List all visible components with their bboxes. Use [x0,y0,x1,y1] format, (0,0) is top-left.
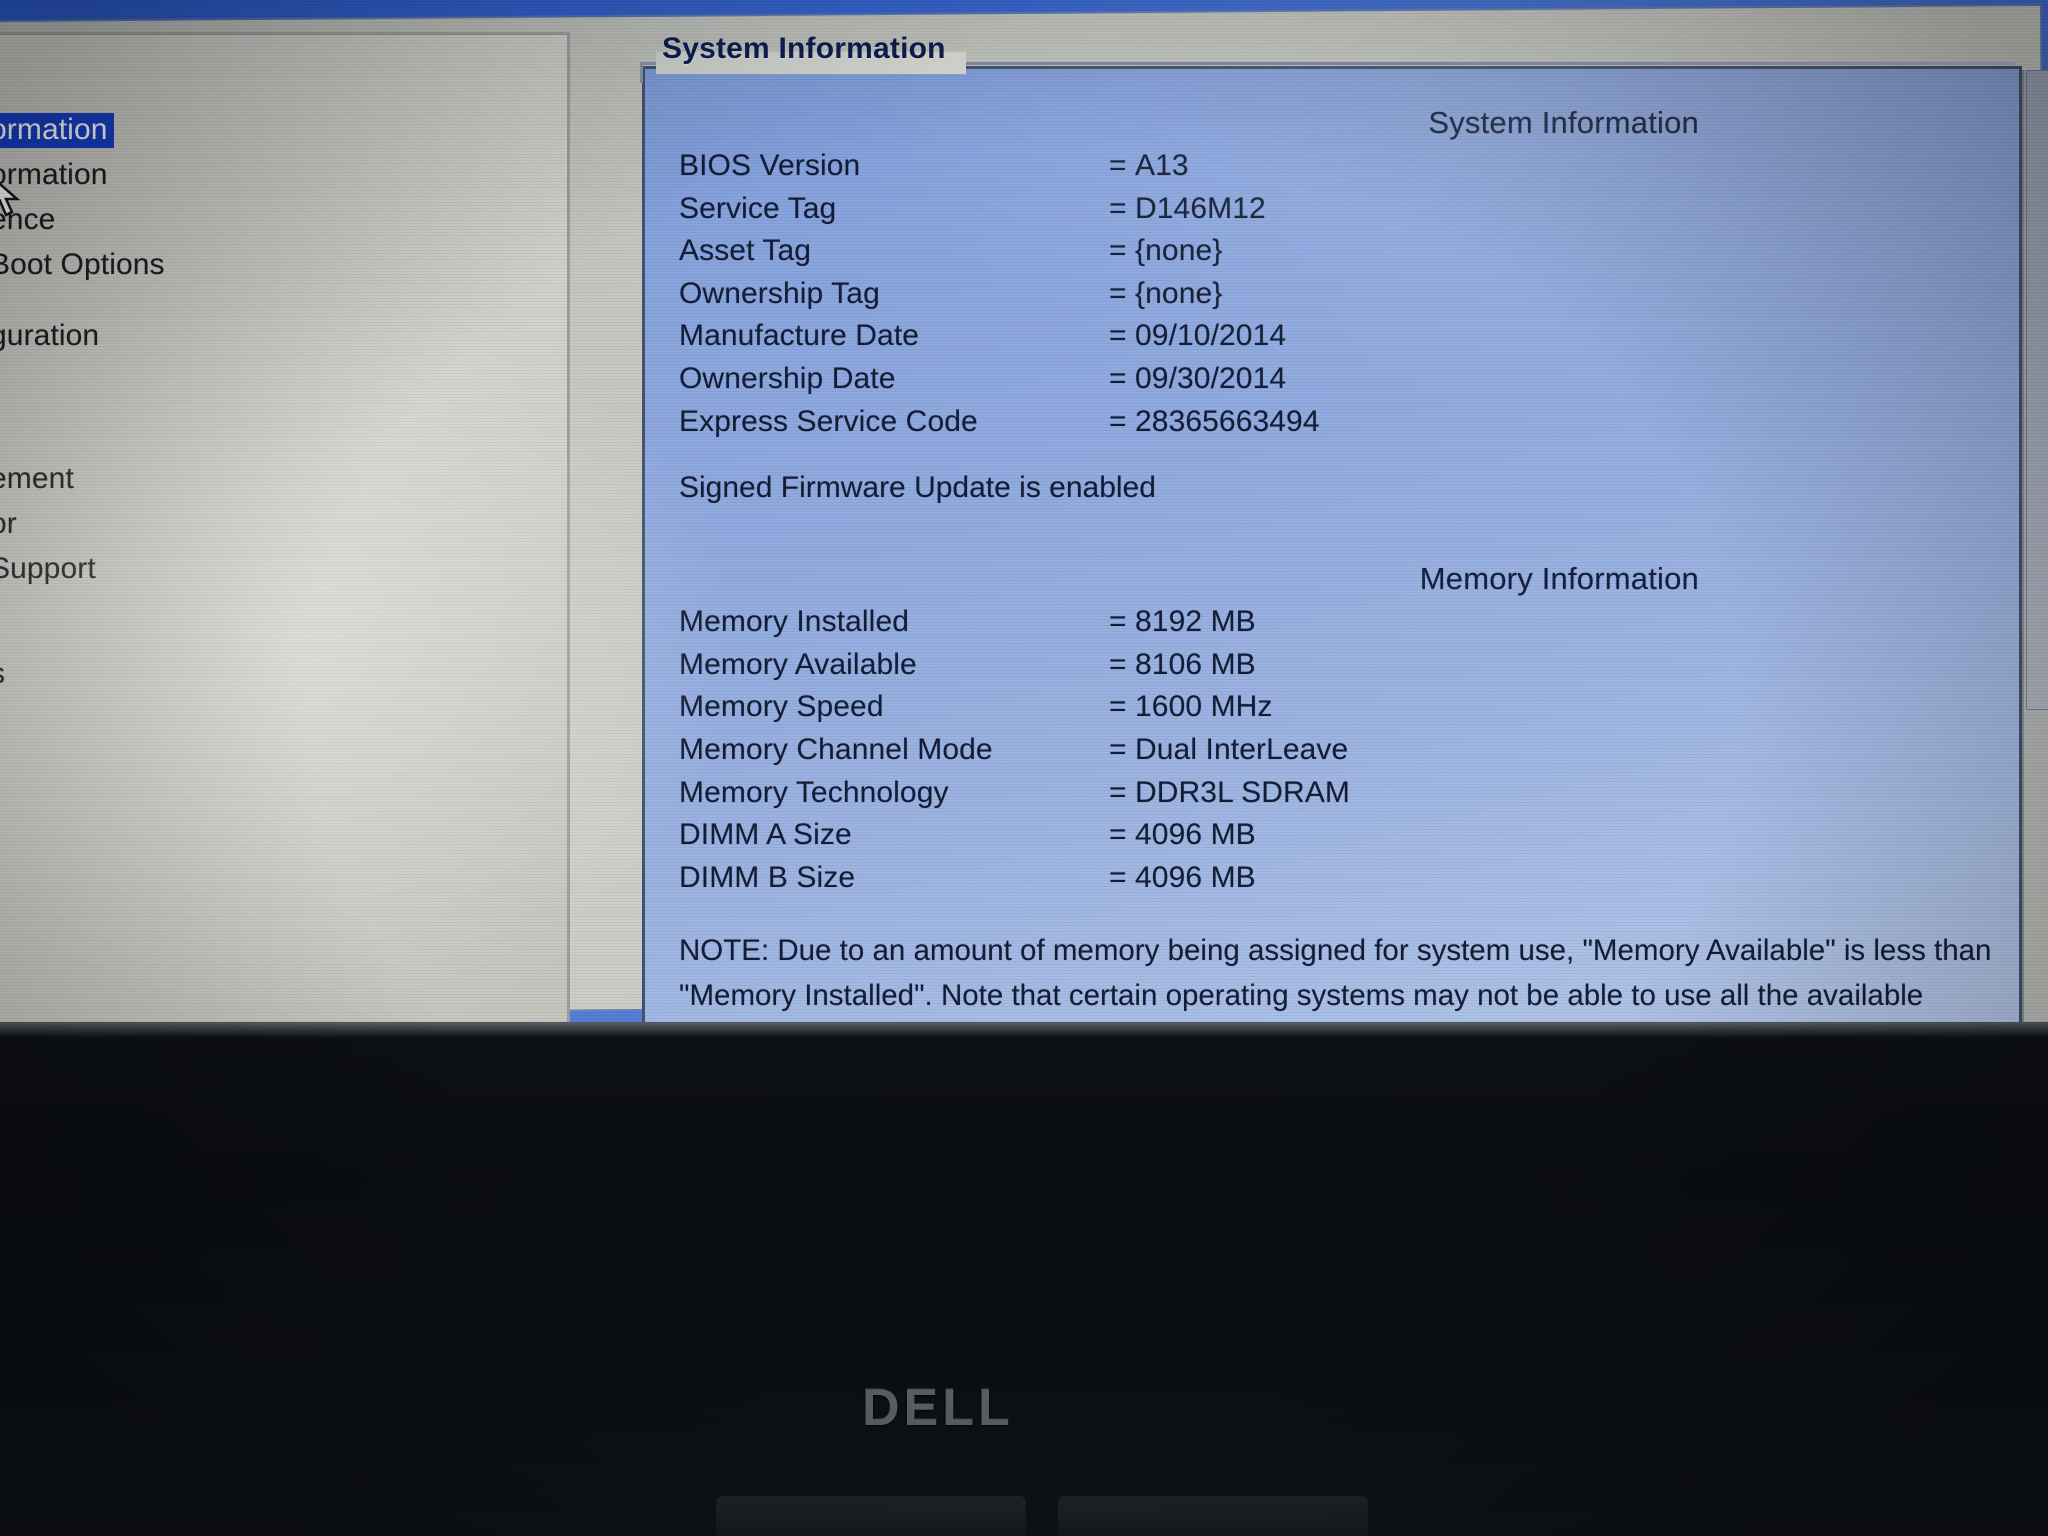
info-row: DIMM B Size = 4096 MB [679,857,1999,900]
row-equals: = [1109,276,1127,310]
row-value: 4096 MB [1135,860,1256,894]
information-content-panel: System Information BIOS Version = A13 Se… [642,66,2022,1051]
row-equals: = [1109,361,1127,395]
info-row: Memory Speed = 1600 MHz [679,686,1999,729]
sidebar-item-virtualization-support[interactable]: Support [0,551,567,587]
row-value: 8192 MB [1135,605,1256,639]
row-equals: = [1109,319,1127,353]
info-row: Memory Available = 8106 MB [679,644,1999,687]
sidebar-item-maintenance[interactable]: s [0,656,567,692]
row-equals: = [1109,191,1127,225]
section-header-system-information: System Information [1428,105,1699,140]
row-key: Service Tag [679,191,837,225]
info-row: Memory Technology = DDR3L SDRAM [679,772,1999,815]
sidebar-divider-2 [0,363,567,461]
info-row: Ownership Tag = {none} [679,273,1999,316]
system-information-rows: BIOS Version = A13 Service Tag = D146M12… [679,145,1999,443]
info-row: Service Tag = D146M12 [679,188,1999,231]
sidebar-item-system-configuration[interactable]: guration [0,318,567,354]
row-key: Manufacture Date [679,319,920,353]
row-equals: = [1109,404,1127,438]
sidebar-item-advanced-boot-options[interactable]: Boot Options [0,247,567,283]
trackpad-left-button [716,1496,1026,1536]
section-header-memory-information: Memory Information [1419,561,1699,597]
row-key: Ownership Date [679,361,896,395]
row-value: 09/30/2014 [1135,361,1287,395]
system-information-group: System Information System Information BI… [630,32,2025,1088]
content-scrollbar[interactable] [2022,70,2048,1092]
row-key: Memory Technology [679,775,949,809]
row-value: 1600 MHz [1135,690,1273,724]
row-equals: = [1109,234,1127,268]
row-key: BIOS Version [679,149,861,182]
row-equals: = [1109,149,1127,182]
group-title: System Information [662,32,946,65]
info-row: Memory Installed = 8192 MB [679,601,1999,644]
sidebar-item-battery-information[interactable]: ormation [0,157,567,193]
trackpad-right-button [1058,1496,1368,1536]
row-value: 4096 MB [1135,818,1256,852]
row-value: 09/10/2014 [1135,319,1287,353]
info-row: Manufacture Date = 09/10/2014 [679,315,1999,358]
row-key: Memory Channel Mode [679,732,993,766]
row-value: D146M12 [1135,191,1266,225]
row-value: 8106 MB [1135,647,1256,681]
row-key: Express Service Code [679,404,978,438]
bezel-highlight [0,1022,2048,1038]
row-equals: = [1109,732,1127,766]
scrollbar-thumb[interactable] [2026,70,2048,710]
dell-brand-logo: DELL [862,1378,1014,1438]
row-key: Memory Speed [679,690,884,724]
row-key: Memory Installed [679,605,910,639]
sidebar-divider-1 [0,292,567,318]
row-equals: = [1109,818,1127,852]
info-row: BIOS Version = A13 [679,145,1999,188]
sidebar-item-power-management[interactable]: ement [0,461,567,497]
row-value: Dual InterLeave [1135,732,1349,766]
row-value: DDR3L SDRAM [1135,775,1351,809]
sidebar-divider-3 [0,596,567,656]
row-equals: = [1109,860,1127,894]
sidebar-item-post-behavior[interactable]: or [0,506,567,542]
sidebar-item-label: ormation [0,113,114,148]
row-key: Asset Tag [679,234,812,268]
row-key: DIMM A Size [679,818,852,852]
info-row: Memory Channel Mode = Dual InterLeave [679,729,1999,772]
info-row: Express Service Code = 28365663494 [679,401,1999,444]
row-value: {none} [1135,276,1223,310]
memory-information-rows: Memory Installed = 8192 MB Memory Availa… [679,601,1999,899]
laptop-screen-photo: ormation ormation ence Boot Options gura… [0,0,2048,1536]
row-value: A13 [1135,149,1189,182]
info-row: Ownership Date = 09/30/2014 [679,358,1999,401]
dell-logo-text: DELL [862,1379,1014,1437]
row-key: DIMM B Size [679,860,856,894]
row-key: Memory Available [679,647,917,681]
row-equals: = [1109,775,1127,809]
info-row: Asset Tag = {none} [679,230,1999,273]
info-row: DIMM A Size = 4096 MB [679,814,1999,857]
row-key: Ownership Tag [679,276,880,310]
row-value: 28365663494 [1135,404,1320,438]
row-equals: = [1109,605,1127,639]
laptop-bezel [0,1022,2048,1536]
row-value: {none} [1135,234,1223,268]
sidebar-item-boot-sequence[interactable]: ence [0,202,567,238]
row-equals: = [1109,647,1127,681]
sidebar-item-system-information[interactable]: ormation [0,113,567,157]
row-equals: = [1109,690,1127,724]
signed-firmware-status: Signed Firmware Update is enabled [679,471,1156,505]
